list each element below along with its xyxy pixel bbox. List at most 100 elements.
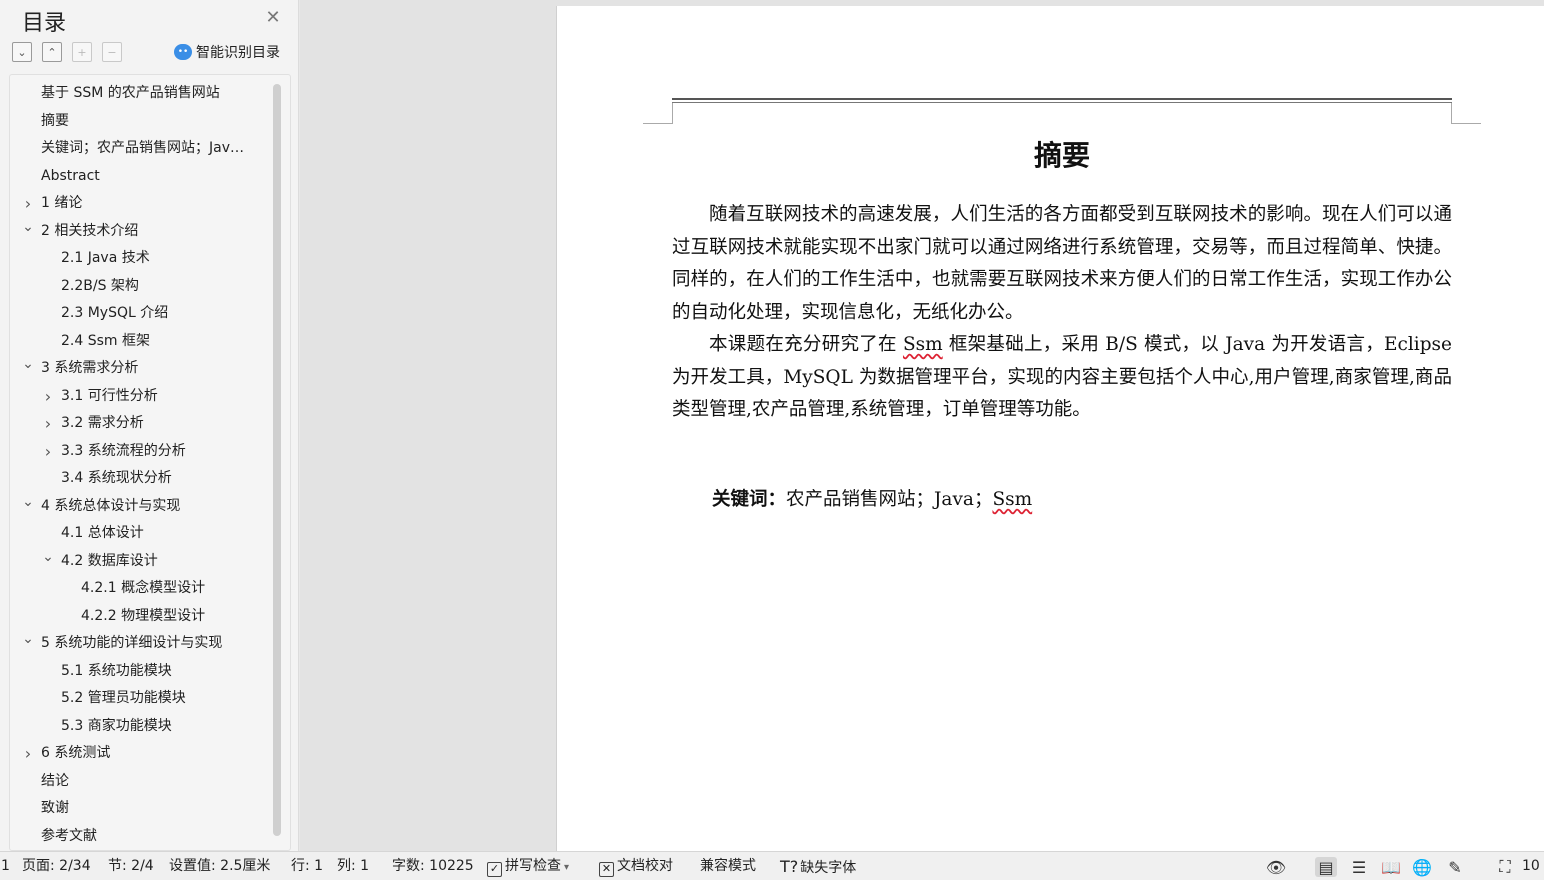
add-heading-icon[interactable]: + (72, 42, 92, 62)
header-rule (672, 98, 1452, 100)
toc-item[interactable]: 4.2.1 概念模型设计 (0, 575, 272, 603)
eye-icon[interactable]: 👁 (1265, 857, 1287, 877)
spellcheck-label: 拼写检查 (505, 858, 561, 874)
toc-item-label: 摘要 (41, 112, 69, 129)
toc-item-label: 结论 (41, 772, 69, 789)
status-page[interactable]: 页面: 2/34 (22, 852, 91, 880)
fit-page-icon[interactable]: ⛶ (1494, 857, 1516, 877)
toc-item-label: 2 相关技术介绍 (41, 222, 139, 239)
smart-toc-icon: •• (174, 44, 192, 60)
status-setting[interactable]: 设置值: 2.5厘米 (169, 852, 270, 880)
chevron-right-icon[interactable]: › (41, 438, 55, 466)
abstract-body[interactable]: 随着互联网技术的高速发展，人们生活的各方面都受到互联网技术的影响。现在人们可以通… (672, 199, 1452, 427)
toc-item[interactable]: 2.1 Java 技术 (0, 245, 272, 273)
crop-mark (672, 103, 673, 123)
status-edge: 1 (1, 858, 10, 874)
spellcheck-word-ssm[interactable]: Ssm (903, 334, 943, 355)
toc-sidebar: 目录 ✕ ⌄ ⌃ + − •• 智能识别目录 基于 SSM 的农产品销售网站 摘要… (0, 0, 299, 851)
keywords-line[interactable]: 关键词：农产品销售网站；Java；Ssm (712, 484, 1032, 516)
status-row[interactable]: 行: 1 (291, 852, 323, 880)
toc-scrollbar[interactable] (273, 84, 281, 836)
proofread-label: 文档校对 (617, 858, 673, 874)
toc-item[interactable]: › 3.1 可行性分析 (0, 383, 272, 411)
toc-item[interactable]: 致谢 (0, 795, 272, 823)
toc-item-label: 5.3 商家功能模块 (61, 717, 172, 734)
chevron-down-icon[interactable]: ⌄ (21, 493, 35, 517)
remove-heading-icon[interactable]: − (102, 42, 122, 62)
chevron-down-icon[interactable]: ⌄ (21, 630, 35, 654)
smart-toc-button[interactable]: •• 智能识别目录 (174, 42, 280, 62)
document-page[interactable] (556, 6, 1544, 851)
toc-item[interactable]: ⌄ 5 系统功能的详细设计与实现 (0, 630, 272, 658)
toc-item[interactable]: 5.2 管理员功能模块 (0, 685, 272, 713)
toc-item[interactable]: ⌄ 2 相关技术介绍 (0, 218, 272, 246)
proofread-button[interactable]: ✕ 文档校对 (599, 852, 673, 880)
toc-item[interactable]: 2.3 MySQL 介绍 (0, 300, 272, 328)
chevron-down-icon[interactable]: ⌄ (21, 218, 35, 242)
header-rule-thin (672, 102, 1452, 103)
toc-item[interactable]: › 1 绪论 (0, 190, 272, 218)
missing-font-button[interactable]: T? 缺失字体 (780, 852, 856, 880)
toc-item[interactable]: 关键词；农产品销售网站；Jav… (0, 135, 272, 163)
toc-item[interactable]: 2.4 Ssm 框架 (0, 328, 272, 356)
toc-item-label: 3 系统需求分析 (41, 360, 139, 376)
smart-toc-label: 智能识别目录 (196, 45, 280, 61)
toc-item-label: 4.2.1 概念模型设计 (81, 580, 206, 596)
toc-item-label: 5 系统功能的详细设计与实现 (41, 635, 223, 651)
toc-item[interactable]: › 3.3 系统流程的分析 (0, 438, 272, 466)
toc-item[interactable]: 5.1 系统功能模块 (0, 658, 272, 686)
toc-item-label: 2.2B/S 架构 (61, 277, 139, 294)
web-view-icon[interactable]: 🌐 (1411, 857, 1433, 877)
status-wordcount[interactable]: 字数: 10225 (392, 852, 474, 880)
toc-item-label: 5.1 系统功能模块 (61, 662, 172, 679)
chevron-right-icon[interactable]: › (41, 410, 55, 438)
page-view-icon[interactable]: ▤ (1315, 857, 1337, 877)
toc-item-label: 3.3 系统流程的分析 (61, 442, 186, 459)
toc-item[interactable]: 基于 SSM 的农产品销售网站 (0, 80, 272, 108)
outline-view-icon[interactable]: ☰ (1348, 857, 1370, 877)
chevron-right-icon[interactable]: › (41, 383, 55, 411)
chevron-down-icon[interactable]: ⌄ (21, 355, 35, 379)
toc-item[interactable]: 4.1 总体设计 (0, 520, 272, 548)
para2-text-a: 本课题在充分研究了在 (709, 334, 903, 355)
spellcheck-button[interactable]: ✓ 拼写检查 ▾ (487, 852, 569, 880)
toc-item-label: 基于 SSM 的农产品销售网站 (41, 85, 220, 101)
toc-item[interactable]: ⌄ 3 系统需求分析 (0, 355, 272, 383)
toc-item-label: 2.3 MySQL 介绍 (61, 305, 169, 321)
toc-item[interactable]: 5.3 商家功能模块 (0, 713, 272, 741)
toc-item[interactable]: › 6 系统测试 (0, 740, 272, 768)
status-col[interactable]: 列: 1 (337, 852, 369, 880)
zoom-level[interactable]: 10 (1522, 852, 1540, 880)
toc-item[interactable]: 3.4 系统现状分析 (0, 465, 272, 493)
abstract-paragraph-1: 随着互联网技术的高速发展，人们生活的各方面都受到互联网技术的影响。现在人们可以通… (672, 204, 1452, 323)
toc-item[interactable]: Abstract (0, 163, 272, 191)
chevron-right-icon[interactable]: › (21, 190, 35, 218)
toc-item-label: 3.4 系统现状分析 (61, 470, 172, 486)
toc-item-label: 4.1 总体设计 (61, 525, 144, 541)
chevron-down-icon[interactable]: ⌄ (41, 548, 55, 572)
spellcheck-word-ssm-keywords[interactable]: Ssm (992, 489, 1032, 510)
toc-item-label: 3.1 可行性分析 (61, 387, 158, 404)
toc-item[interactable]: 参考文献 (0, 823, 272, 851)
toc-item[interactable]: 4.2.2 物理模型设计 (0, 603, 272, 631)
toc-item[interactable]: › 3.2 需求分析 (0, 410, 272, 438)
pen-icon[interactable]: ✎ (1444, 857, 1466, 877)
toc-item[interactable]: ⌄ 4 系统总体设计与实现 (0, 493, 272, 521)
chevron-right-icon[interactable]: › (21, 740, 35, 768)
toc-item[interactable]: 结论 (0, 768, 272, 796)
compat-mode[interactable]: 兼容模式 (700, 852, 756, 880)
missing-font-icon: T? (780, 857, 799, 876)
chevron-down-icon: ▾ (564, 862, 570, 873)
toc-item[interactable]: ⌄ 4.2 数据库设计 (0, 548, 272, 576)
toc-item[interactable]: 2.2B/S 架构 (0, 273, 272, 301)
status-section[interactable]: 节: 2/4 (108, 852, 154, 880)
toc-item-label: 5.2 管理员功能模块 (61, 690, 186, 706)
toc-item-label: 2.1 Java 技术 (61, 250, 150, 266)
expand-all-icon[interactable]: ⌄ (12, 42, 32, 62)
collapse-all-icon[interactable]: ⌃ (42, 42, 62, 62)
reading-view-icon[interactable]: 📖 (1380, 857, 1402, 877)
toc-item-label: 2.4 Ssm 框架 (61, 332, 150, 349)
missing-font-label: 缺失字体 (800, 860, 857, 876)
close-icon[interactable]: ✕ (263, 8, 283, 28)
toc-item[interactable]: 摘要 (0, 108, 272, 136)
